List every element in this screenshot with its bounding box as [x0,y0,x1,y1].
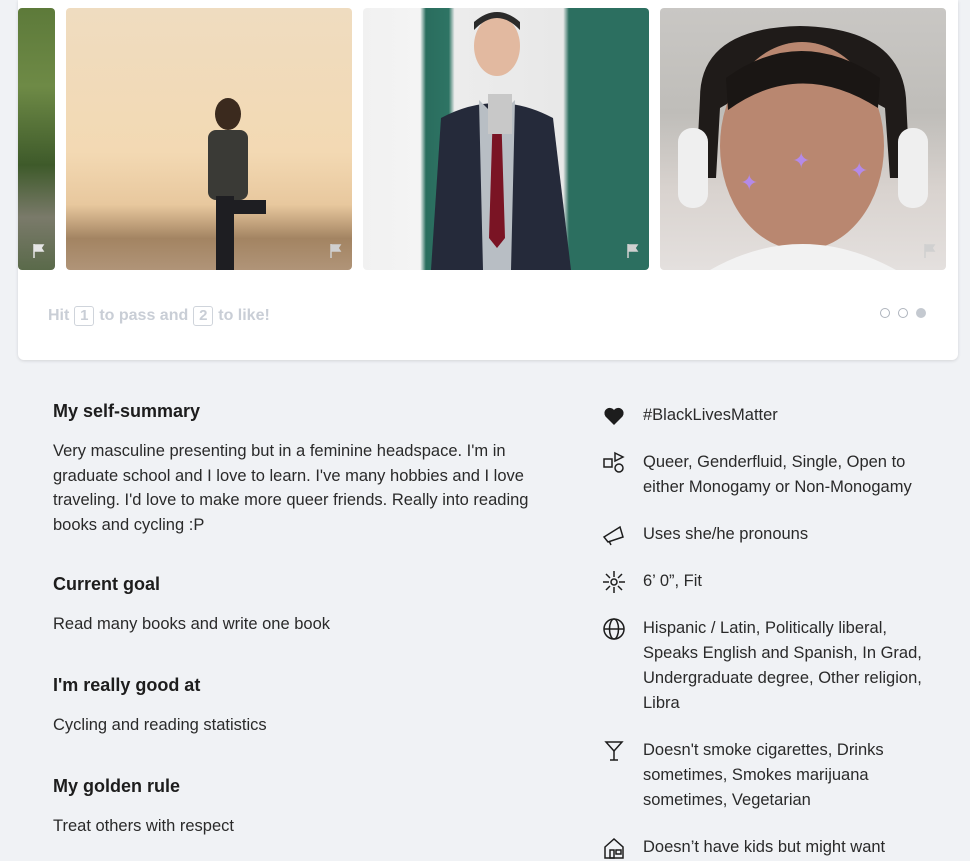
page-dot-3[interactable] [916,308,926,318]
detail-text: Doesn't smoke cigarettes, Drinks sometim… [643,741,884,809]
essay-self-summary: My self-summary Very masculine presentin… [53,401,553,537]
detail-family: Doesn’t have kids but might want [602,835,942,860]
photo-4[interactable]: ✦ ✦ ✦ [660,8,946,270]
hint-prefix: Hit [48,307,70,324]
essay-title: My self-summary [53,401,201,421]
megaphone-icon [602,525,624,546]
detail-text: Uses she/he pronouns [643,525,809,543]
detail-text: Queer, Genderfluid, Single, Open to eith… [643,453,912,496]
person-figure [431,12,571,270]
detail-identity: Queer, Genderfluid, Single, Open to eith… [602,450,942,500]
like-key: 2 [193,306,214,326]
photo-partial[interactable] [18,8,55,270]
heart-icon [604,407,624,425]
person-figure: ✦ ✦ ✦ [678,26,928,270]
detail-text: Hispanic / Latin, Politically liberal, S… [643,619,922,712]
essay-current-goal: Current goal Read many books and write o… [53,574,553,637]
essay-golden-rule: My golden rule Treat others with respect [53,776,553,839]
essay-title: I'm really good at [53,675,201,695]
report-flag-icon[interactable] [33,244,45,258]
svg-text:✦: ✦ [850,159,868,184]
detail-pronouns: Uses she/he pronouns [602,522,942,547]
essay-text: Very masculine presenting but in a femin… [53,442,529,534]
detail-habits: Doesn't smoke cigarettes, Drinks sometim… [602,738,942,813]
detail-text: Doesn’t have kids but might want [643,838,886,856]
house-icon [604,837,624,859]
photo-3[interactable] [363,8,649,270]
pass-key: 1 [74,306,95,326]
hint-middle: to pass and [99,307,189,324]
page-dot-2[interactable] [898,308,908,318]
cocktail-icon [604,741,624,761]
person-figure [208,98,266,270]
detail-text: 6’ 0”, Fit [643,572,702,590]
photo-2[interactable] [66,8,352,270]
hint-suffix: to like! [218,307,270,324]
detail-body: 6’ 0”, Fit [602,569,942,594]
report-flag-icon[interactable] [627,244,639,258]
carousel-pagination [880,308,926,318]
detail-cause: #BlackLivesMatter [602,403,942,428]
essay-text: Cycling and reading statistics [53,716,267,734]
essay-good-at: I'm really good at Cycling and reading s… [53,675,553,738]
essay-title: My golden rule [53,776,181,796]
globe-icon [603,618,625,640]
photo-carousel: ✦ ✦ ✦ Hit 1 to pass and 2 to like! [18,0,958,360]
sparkle-icon [603,571,625,593]
detail-background: Hispanic / Latin, Politically liberal, S… [602,616,942,716]
essay-title: Current goal [53,574,161,594]
report-flag-icon[interactable] [924,244,936,258]
shapes-icon [603,451,625,473]
essay-text: Read many books and write one book [53,615,331,633]
report-flag-icon[interactable] [330,244,342,258]
page-dot-1[interactable] [880,308,890,318]
essay-text: Treat others with respect [53,817,234,835]
svg-text:✦: ✦ [740,171,758,196]
detail-text: #BlackLivesMatter [643,406,778,424]
svg-text:✦: ✦ [792,149,810,174]
keyboard-hint: Hit 1 to pass and 2 to like! [48,306,270,326]
